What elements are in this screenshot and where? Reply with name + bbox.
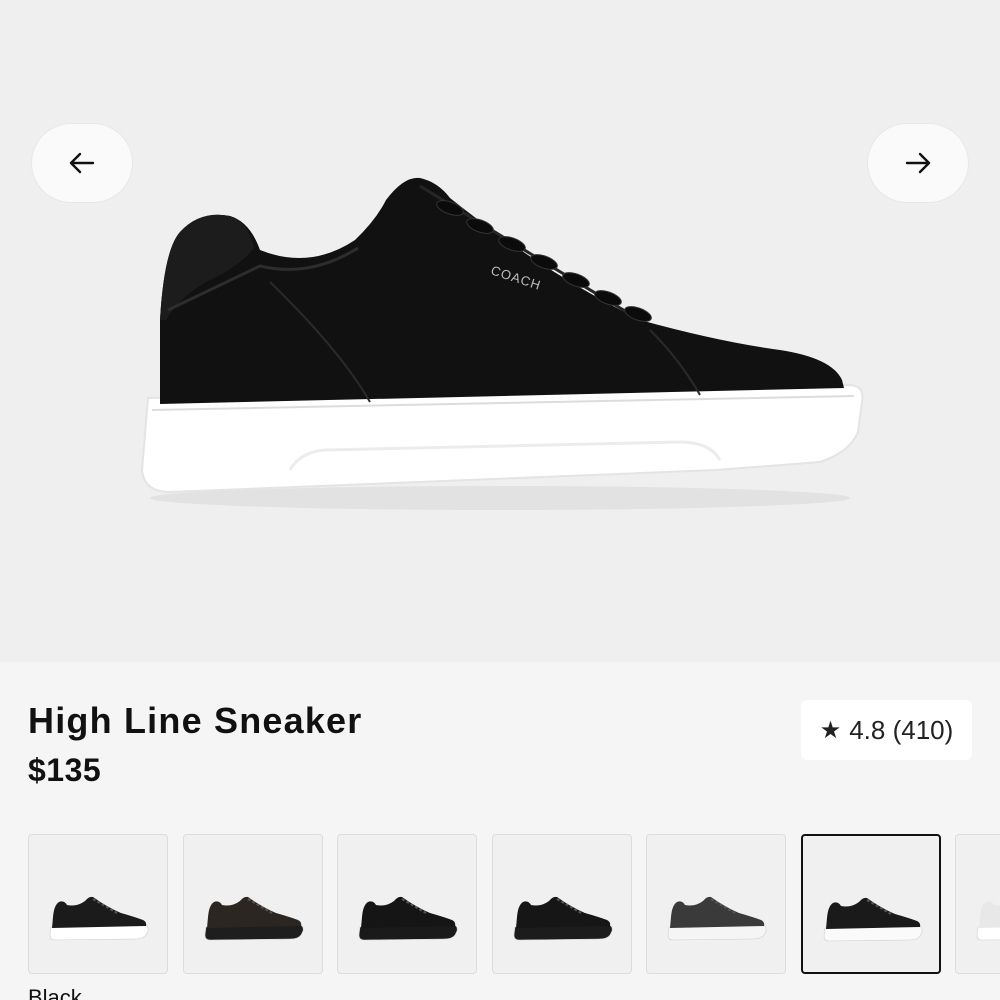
next-image-button[interactable]	[868, 124, 968, 202]
swatch-shoe-image	[667, 896, 767, 941]
swatch-shoe-image	[358, 896, 458, 941]
product-title: High Line Sneaker	[28, 700, 363, 741]
color-swatch-list	[0, 834, 1000, 976]
arrow-left-icon	[69, 152, 95, 174]
swatch-shoe-image	[513, 896, 613, 941]
rating-text: 4.8 (410)	[849, 714, 954, 745]
product-image: COACH	[140, 177, 864, 510]
previous-image-button[interactable]	[32, 124, 132, 202]
star-icon: ★	[819, 716, 842, 744]
product-image-gallery: COACH	[0, 0, 1000, 662]
swatch-shoe-image	[49, 896, 149, 941]
product-page: COACH High Line Sneaker $135 ★ 4.8 (410)…	[0, 0, 1000, 1000]
color-swatch[interactable]	[28, 834, 168, 974]
selected-color-label: Black	[28, 985, 82, 1000]
product-price: $135	[28, 752, 102, 788]
color-swatch[interactable]	[337, 834, 477, 974]
color-swatch-selected[interactable]	[801, 834, 941, 974]
color-swatch[interactable]	[646, 834, 786, 974]
swatch-shoe-image	[976, 901, 1000, 941]
swatch-shoe-image	[204, 896, 304, 941]
arrow-right-icon	[905, 152, 931, 174]
color-swatch[interactable]	[183, 834, 323, 974]
rating-badge[interactable]: ★ 4.8 (410)	[801, 700, 972, 760]
color-swatch[interactable]	[955, 834, 1000, 974]
color-swatch[interactable]	[492, 834, 632, 974]
swatch-shoe-image	[823, 897, 923, 942]
